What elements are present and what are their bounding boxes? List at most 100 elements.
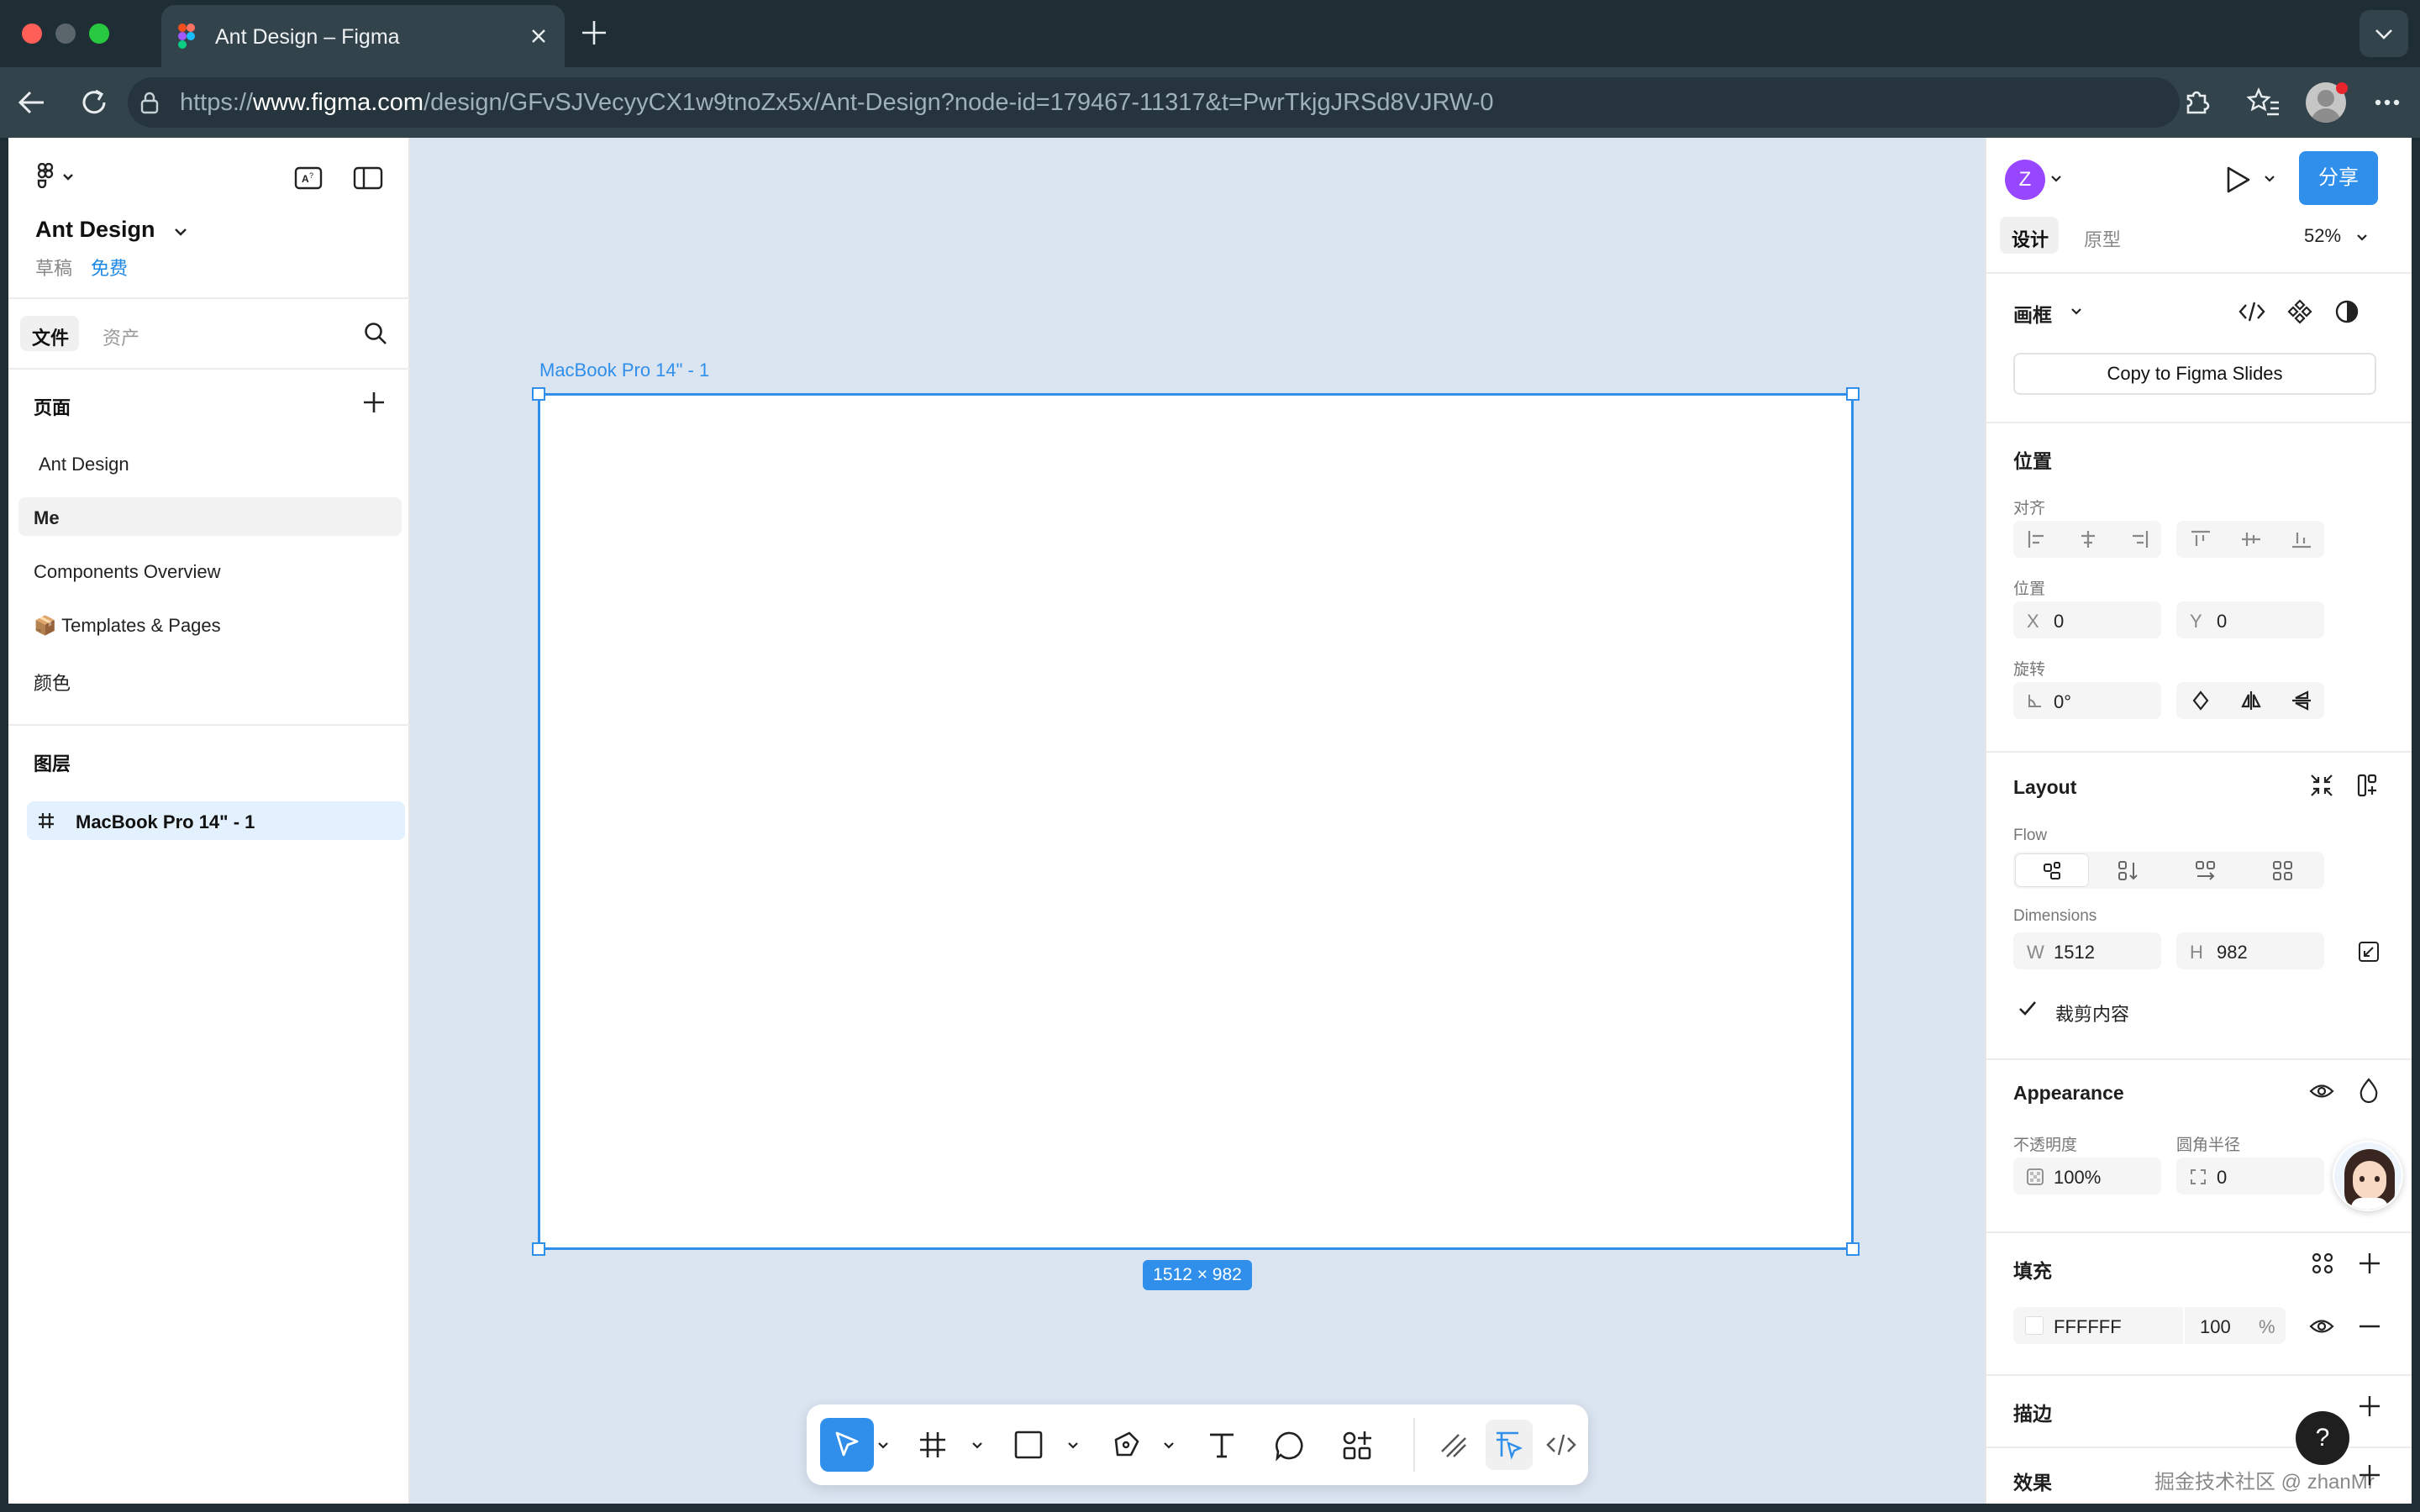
file-menu-chevron-icon[interactable] (173, 227, 188, 237)
url-field[interactable]: https://www.figma.com/design/GFvSJVecyyC… (128, 77, 2180, 128)
frame-type-chevron-icon[interactable] (2070, 307, 2082, 316)
move-tool-button[interactable] (820, 1418, 874, 1472)
browser-tab[interactable]: Ant Design – Figma (161, 5, 565, 67)
shape-tool-chevron-icon[interactable] (1067, 1441, 1079, 1450)
page-item[interactable]: 颜色 (18, 659, 402, 697)
layer-item-selected[interactable]: MacBook Pro 14" - 1 (27, 801, 405, 840)
design-mode-button[interactable] (1486, 1420, 1533, 1470)
close-tab-icon[interactable] (529, 27, 548, 45)
collapse-layout-icon[interactable] (2309, 773, 2334, 798)
variable-mode-icon[interactable] (2334, 299, 2360, 324)
fill-styles-icon[interactable] (2311, 1252, 2334, 1275)
page-item-selected[interactable]: Me (18, 497, 402, 536)
new-tab-icon[interactable] (580, 18, 608, 47)
height-field[interactable]: H 982 (2176, 932, 2324, 969)
align-center-horizontal-icon[interactable] (2077, 529, 2099, 549)
tab-prototype[interactable]: 原型 (2084, 225, 2121, 252)
auto-layout-icon[interactable] (2356, 773, 2381, 798)
close-window-button[interactable] (22, 24, 42, 44)
figma-menu-icon[interactable] (35, 163, 79, 188)
extensions-icon[interactable] (2181, 86, 2213, 118)
frame-tool-chevron-icon[interactable] (971, 1441, 983, 1450)
width-field[interactable]: W 1512 (2013, 932, 2161, 969)
code-icon[interactable] (2238, 301, 2265, 323)
resize-handle-bottom-right[interactable] (1846, 1242, 1860, 1256)
present-chevron-icon[interactable] (2264, 175, 2275, 183)
help-button[interactable]: ? (2296, 1411, 2349, 1465)
zoom-chevron-icon[interactable] (2356, 234, 2368, 242)
minimize-window-button[interactable] (55, 24, 76, 44)
flow-horizontal-icon[interactable] (2195, 860, 2217, 882)
clip-content-checkbox[interactable] (2017, 998, 2039, 1020)
frame-tool-icon[interactable] (918, 1430, 948, 1460)
draft-label[interactable]: 草稿 (35, 254, 72, 281)
file-name[interactable]: Ant Design (35, 217, 155, 243)
flow-grid-icon[interactable] (2272, 860, 2294, 882)
flow-vertical-icon[interactable] (2118, 860, 2139, 882)
visibility-eye-icon[interactable] (2309, 1080, 2334, 1102)
flip-vertical-icon[interactable] (2291, 690, 2312, 711)
align-center-vertical-icon[interactable] (2240, 529, 2262, 549)
comment-tool-icon[interactable] (1274, 1430, 1306, 1462)
flip-horizontal-icon[interactable] (2240, 690, 2262, 711)
user-avatar[interactable]: Z (2005, 160, 2045, 200)
share-button[interactable]: 分享 (2299, 151, 2378, 205)
add-fill-icon[interactable] (2358, 1252, 2381, 1275)
component-icon[interactable] (2287, 299, 2312, 324)
rotation-field[interactable]: 0° (2013, 682, 2161, 719)
add-stroke-icon[interactable] (2358, 1394, 2381, 1418)
actions-tool-icon[interactable] (1341, 1430, 1373, 1462)
resize-handle-top-left[interactable] (532, 387, 545, 401)
rotate-90-icon[interactable] (2190, 690, 2212, 711)
tab-assets[interactable]: 资产 (103, 323, 139, 350)
present-play-icon[interactable] (2223, 165, 2252, 195)
x-position-field[interactable]: X0 (2013, 601, 2161, 638)
y-position-field[interactable]: Y0 (2176, 601, 2324, 638)
tab-design[interactable]: 设计 (2000, 217, 2059, 254)
frame-type-label[interactable]: 画框 (2013, 299, 2052, 328)
avatar-chevron-icon[interactable] (2050, 175, 2062, 183)
frame-name-label[interactable]: MacBook Pro 14" - 1 (539, 360, 709, 381)
toggle-sidebar-icon[interactable] (353, 166, 383, 190)
zoom-level[interactable]: 52% (2304, 225, 2341, 247)
reload-icon[interactable] (77, 86, 111, 119)
remove-fill-icon[interactable] (2358, 1315, 2381, 1337)
align-left-icon[interactable] (2027, 529, 2049, 549)
tab-files[interactable]: 文件 (20, 316, 79, 351)
align-top-icon[interactable] (2190, 529, 2212, 549)
favorites-bar-icon[interactable] (2247, 86, 2281, 118)
constrain-proportions-icon[interactable] (2358, 941, 2380, 963)
pen-tool-chevron-icon[interactable] (1163, 1441, 1175, 1450)
assistant-avatar[interactable] (2333, 1141, 2403, 1211)
corner-radius-field[interactable]: 0 (2176, 1158, 2324, 1194)
draw-mode-icon[interactable] (1439, 1431, 1469, 1458)
back-icon[interactable] (15, 86, 49, 119)
tab-list-button[interactable] (2360, 10, 2408, 57)
canvas[interactable]: MacBook Pro 14" - 1 1512 × 982 (410, 138, 1985, 1504)
page-item[interactable]: Components Overview (18, 551, 402, 590)
blend-mode-drop-icon[interactable] (2358, 1077, 2380, 1104)
page-item[interactable]: 📦 Templates & Pages (18, 605, 402, 643)
fill-color-field[interactable]: FFFFFF 100 % (2013, 1307, 2286, 1344)
pen-tool-icon[interactable] (1109, 1428, 1143, 1462)
rectangle-tool-icon[interactable] (1013, 1430, 1044, 1460)
text-tool-icon[interactable] (1207, 1430, 1237, 1460)
site-info-icon[interactable] (139, 91, 160, 114)
dev-mode-icon[interactable] (1546, 1433, 1576, 1457)
flow-freeform-button[interactable] (2015, 853, 2089, 887)
add-page-icon[interactable] (361, 390, 387, 415)
ai-actions-icon[interactable]: A? (294, 166, 323, 190)
move-tool-chevron-icon[interactable] (877, 1441, 889, 1450)
search-icon[interactable] (363, 321, 388, 346)
resize-handle-top-right[interactable] (1846, 387, 1860, 401)
fill-color-swatch[interactable] (2025, 1316, 2044, 1335)
selected-frame[interactable] (538, 393, 1854, 1250)
align-bottom-icon[interactable] (2291, 529, 2312, 549)
plan-badge[interactable]: 免费 (91, 254, 128, 281)
fill-visibility-eye-icon[interactable] (2309, 1315, 2334, 1337)
more-icon[interactable] (2375, 99, 2400, 106)
align-right-icon[interactable] (2128, 529, 2149, 549)
zoom-window-button[interactable] (89, 24, 109, 44)
copy-to-slides-button[interactable]: Copy to Figma Slides (2013, 353, 2376, 395)
page-item[interactable]: Ant Design (18, 444, 402, 482)
